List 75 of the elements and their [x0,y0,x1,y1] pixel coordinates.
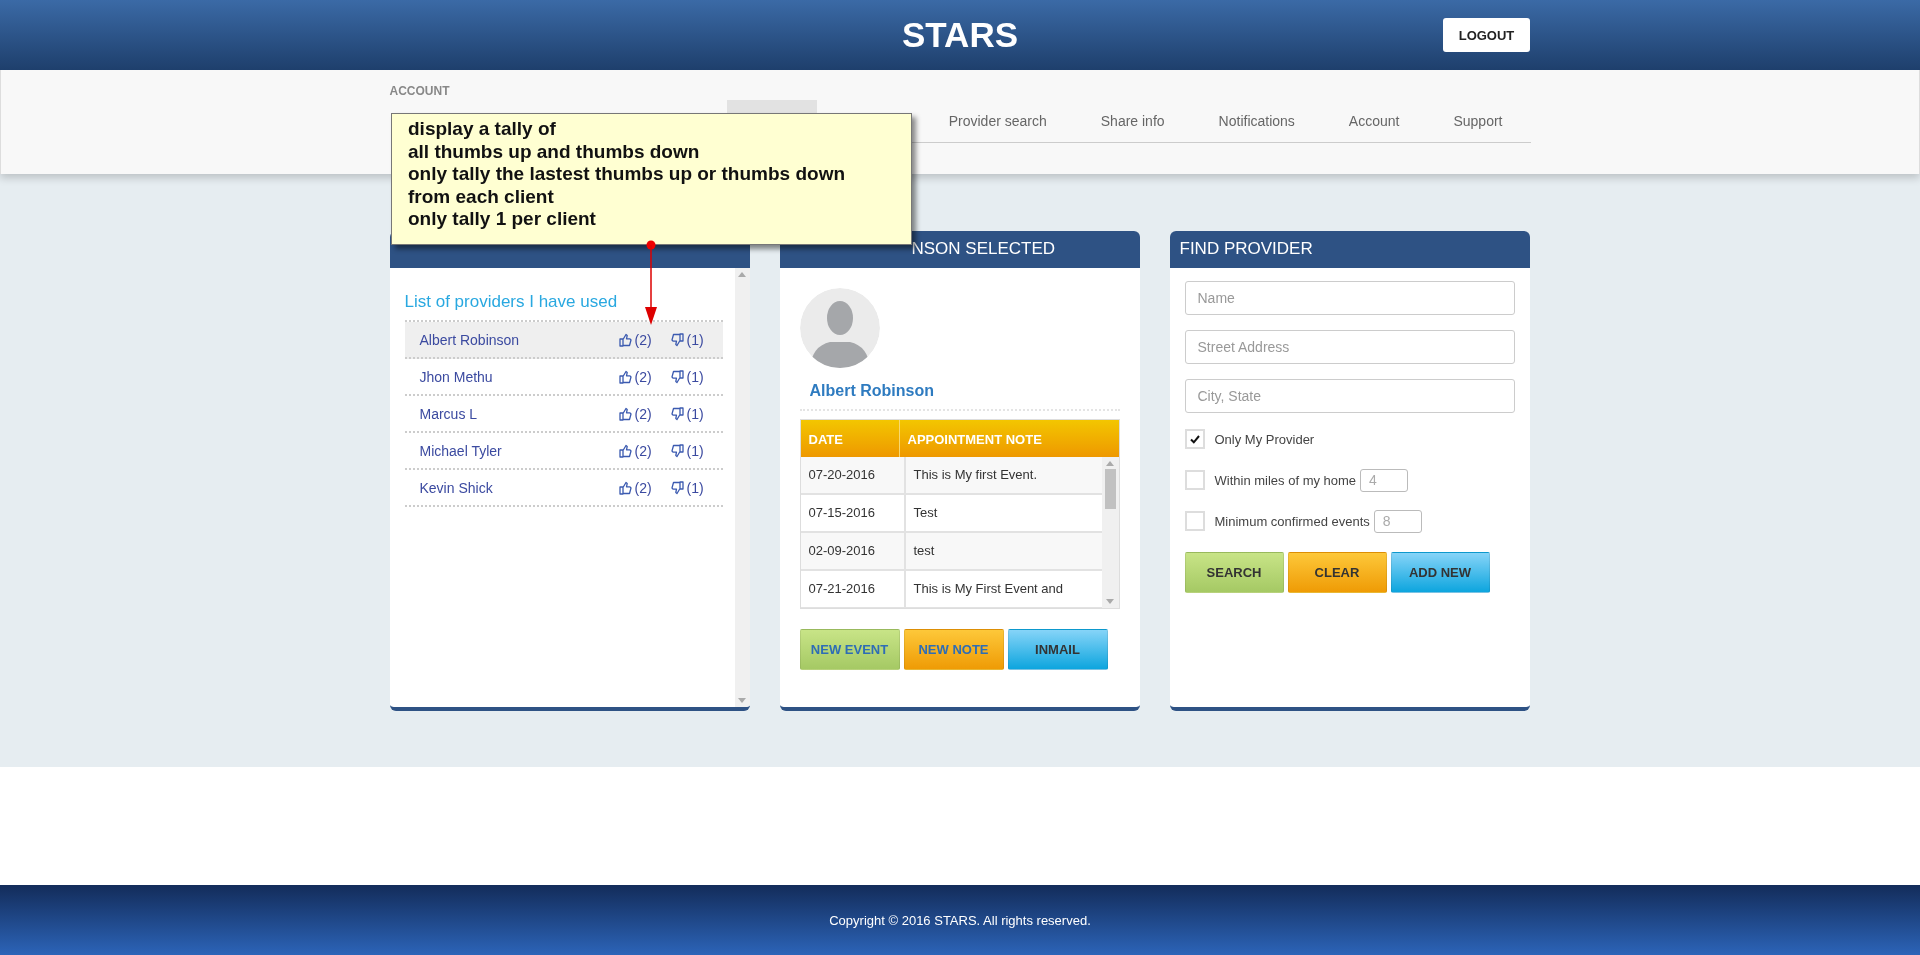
panel-title: FIND PROVIDER [1179,239,1313,258]
thumbs-down-icon [670,369,684,384]
note-text: only tally 1 per client [408,208,597,231]
thumbs-down-count: (1) [686,442,704,459]
provider-row[interactable]: Albert Robinson (2) (1) [404,322,723,359]
text-field[interactable]: City, State [1184,379,1515,413]
account-label: ACCOUNT [389,84,451,98]
provider-row[interactable]: Jhon Methu (2) (1) [404,359,723,396]
thumbs-up-icon [618,369,632,384]
thumbs-up-count: (2) [634,405,652,422]
nav-link[interactable]: Share info [1073,100,1192,142]
thumbs-down-icon [670,443,684,458]
nav-link[interactable]: Notifications [1191,100,1322,142]
table-cell-text: This is My First Event and [912,580,1065,598]
logout-button[interactable]: LOGOUT [1443,18,1530,52]
nav-link[interactable]: Support [1426,100,1531,142]
site-title: STARS [902,15,1018,55]
provider-name: Marcus L [419,405,479,422]
note-text: display a tally of [408,118,557,141]
thumbs-up-icon [618,332,632,347]
number-field[interactable]: 4 [1360,468,1409,492]
table-cell-text: This is My first Event. [912,466,1039,484]
action-button[interactable]: ADD NEW [1390,552,1490,593]
thumbs-up-icon [618,480,632,495]
list-heading: List of providers I have used [404,292,619,312]
option-label: Only My Provider [1214,431,1315,447]
table-cell: 02-09-2016 [800,533,906,569]
checkbox[interactable] [1184,429,1205,449]
panel-title: NSON SELECTED [911,239,1056,258]
provider-name: Albert Robinson [809,382,935,400]
thumbs-up-count: (2) [634,442,652,459]
thumbs-up-count: (2) [634,331,652,348]
table-cell-text: Test [912,504,939,522]
checkbox[interactable] [1184,511,1205,531]
thumbs-down-count: (1) [686,368,704,385]
provider-row[interactable]: Michael Tyler (2) (1) [404,433,723,470]
provider-name: Kevin Shick [419,479,494,496]
thumbs-up-count: (2) [634,479,652,496]
thumbs-up-icon [618,406,632,421]
thumbs-down-count: (1) [686,479,704,496]
action-button[interactable]: SEARCH [1184,552,1284,593]
scrollbar[interactable] [734,268,750,707]
provider-name: Jhon Methu [419,368,494,385]
checkbox[interactable] [1184,470,1205,490]
check-icon [1189,434,1200,444]
action-button[interactable]: NEW EVENT [799,629,900,670]
thumbs-down-icon [670,406,684,421]
number-field[interactable]: 8 [1373,509,1422,533]
table-cell: 07-21-2016 [800,571,906,607]
option-label: Within miles of my home [1214,472,1357,488]
nav-link[interactable]: Account [1321,100,1427,142]
option-label: Minimum confirmed events [1214,513,1370,529]
provider-name: Michael Tyler [419,442,503,459]
thumbs-down-icon [670,332,684,347]
action-button[interactable]: INMAIL [1007,629,1108,670]
table-cell: 07-15-2016 [800,495,906,531]
thumbs-down-count: (1) [686,331,704,348]
action-button[interactable]: CLEAR [1287,552,1387,593]
table-cell: 07-20-2016 [800,457,906,493]
note-text: from each client [408,185,555,208]
copyright-text: Copyright © 2016 STARS. All rights reserved. [829,912,1091,928]
thumbs-up-count: (2) [634,368,652,385]
provider-name: Albert Robinson [419,331,521,348]
text-field[interactable]: Name [1184,281,1515,315]
column-header: APPOINTMENT NOTE [906,431,1043,449]
note-text: all thumbs up and thumbs down [408,140,701,163]
provider-row[interactable]: Kevin Shick (2) (1) [404,470,723,507]
provider-row[interactable]: Marcus L (2) (1) [404,396,723,433]
nav-link[interactable]: Provider search [921,100,1074,142]
table-cell-text: test [912,542,936,560]
thumbs-down-count: (1) [686,405,704,422]
thumbs-up-icon [618,443,632,458]
thumbs-down-icon [670,480,684,495]
text-field[interactable]: Street Address [1184,330,1515,364]
note-text: only tally the lastest thumbs up or thumbs down [408,163,847,186]
